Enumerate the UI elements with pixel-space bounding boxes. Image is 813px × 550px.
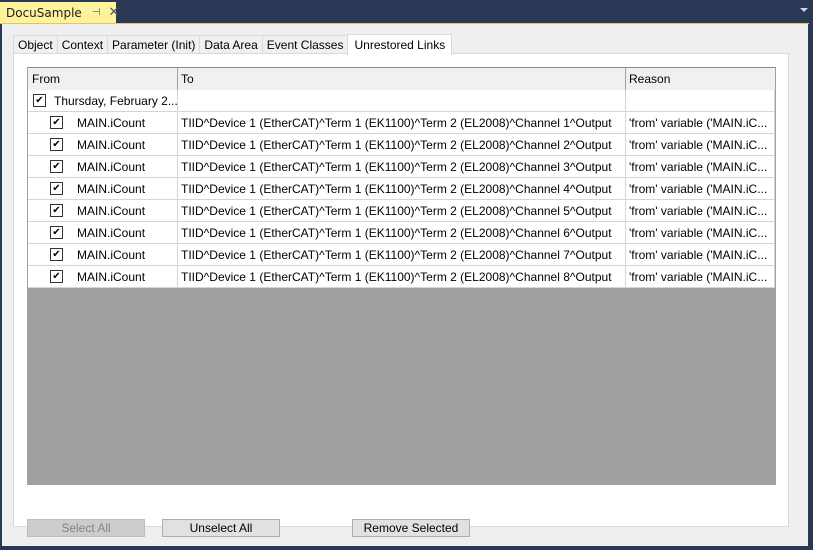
to-cell: TIID^Device 1 (EtherCAT)^Term 1 (EK1100)… bbox=[178, 266, 626, 288]
row-checkbox[interactable]: ✔ bbox=[33, 94, 46, 107]
reason-cell bbox=[626, 90, 775, 112]
row-checkbox[interactable]: ✔ bbox=[50, 116, 63, 129]
from-value: MAIN.iCount bbox=[77, 115, 146, 130]
column-header-reason[interactable]: Reason bbox=[626, 68, 775, 90]
to-cell: TIID^Device 1 (EtherCAT)^Term 1 (EK1100)… bbox=[178, 134, 626, 156]
document-window: Object Context Parameter (Init) Data Are… bbox=[2, 24, 808, 546]
unselect-all-button[interactable]: Unselect All bbox=[162, 519, 280, 537]
to-cell: TIID^Device 1 (EtherCAT)^Term 1 (EK1100)… bbox=[178, 200, 626, 222]
tab-event-classes[interactable]: Event Classes bbox=[261, 35, 349, 54]
row-checkbox[interactable]: ✔ bbox=[50, 182, 63, 195]
tab-context[interactable]: Context bbox=[56, 35, 109, 54]
tab-unrestored-links[interactable]: Unrestored Links bbox=[347, 34, 453, 55]
tab-strip: Object Context Parameter (Init) Data Are… bbox=[13, 34, 453, 55]
reason-cell: 'from' variable ('MAIN.iC... bbox=[626, 244, 775, 266]
from-value: MAIN.iCount bbox=[77, 159, 146, 174]
from-value: MAIN.iCount bbox=[77, 247, 146, 262]
row-checkbox[interactable]: ✔ bbox=[50, 270, 63, 283]
from-value: MAIN.iCount bbox=[77, 203, 146, 218]
reason-cell: 'from' variable ('MAIN.iC... bbox=[626, 112, 775, 134]
from-value: MAIN.iCount bbox=[77, 225, 146, 240]
table-row[interactable]: ✔ MAIN.iCount TIID^Device 1 (EtherCAT)^Ter… bbox=[28, 178, 775, 200]
table-row[interactable]: ✔ MAIN.iCount TIID^Device 1 (EtherCAT)^Ter… bbox=[28, 200, 775, 222]
close-icon[interactable]: ✕ bbox=[109, 5, 120, 20]
column-header-to[interactable]: To bbox=[178, 68, 626, 90]
from-cell: ✔ MAIN.iCount bbox=[28, 266, 178, 288]
pin-icon[interactable]: ⊣ bbox=[92, 7, 101, 18]
row-checkbox[interactable]: ✔ bbox=[50, 248, 63, 261]
document-tab[interactable]: DocuSample ⊣ ✕ bbox=[0, 2, 119, 23]
remove-selected-button[interactable]: Remove Selected bbox=[352, 519, 470, 537]
from-cell: ✔ Thursday, February 2... bbox=[28, 90, 178, 112]
from-cell: ✔ MAIN.iCount bbox=[28, 178, 178, 200]
to-cell: TIID^Device 1 (EtherCAT)^Term 1 (EK1100)… bbox=[178, 222, 626, 244]
from-cell: ✔ MAIN.iCount bbox=[28, 222, 178, 244]
table-row[interactable]: ✔ MAIN.iCount TIID^Device 1 (EtherCAT)^Ter… bbox=[28, 156, 775, 178]
select-all-button[interactable]: Select All bbox=[27, 519, 145, 537]
from-value: MAIN.iCount bbox=[77, 269, 146, 284]
table-row[interactable]: ✔ MAIN.iCount TIID^Device 1 (EtherCAT)^Ter… bbox=[28, 266, 775, 288]
row-checkbox[interactable]: ✔ bbox=[50, 138, 63, 151]
to-cell bbox=[178, 90, 626, 112]
table-row[interactable]: ✔ MAIN.iCount TIID^Device 1 (EtherCAT)^Ter… bbox=[28, 112, 775, 134]
reason-cell: 'from' variable ('MAIN.iC... bbox=[626, 178, 775, 200]
tab-object[interactable]: Object bbox=[13, 35, 58, 54]
tab-data-area[interactable]: Data Area bbox=[199, 35, 263, 54]
to-cell: TIID^Device 1 (EtherCAT)^Term 1 (EK1100)… bbox=[178, 156, 626, 178]
from-cell: ✔ MAIN.iCount bbox=[28, 200, 178, 222]
document-tab-title: DocuSample bbox=[6, 5, 82, 20]
group-row[interactable]: ✔ Thursday, February 2... bbox=[28, 90, 775, 112]
group-label: Thursday, February 2... bbox=[54, 93, 178, 108]
from-cell: ✔ MAIN.iCount bbox=[28, 244, 178, 266]
row-checkbox[interactable]: ✔ bbox=[50, 204, 63, 217]
from-value: MAIN.iCount bbox=[77, 137, 146, 152]
reason-cell: 'from' variable ('MAIN.iC... bbox=[626, 200, 775, 222]
tab-parameter-init[interactable]: Parameter (Init) bbox=[107, 35, 201, 54]
from-cell: ✔ MAIN.iCount bbox=[28, 112, 178, 134]
from-cell: ✔ MAIN.iCount bbox=[28, 134, 178, 156]
reason-cell: 'from' variable ('MAIN.iC... bbox=[626, 222, 775, 244]
tab-list-dropdown-icon[interactable] bbox=[800, 8, 808, 12]
column-header-from[interactable]: From bbox=[28, 68, 178, 90]
unrestored-links-panel: From To Reason ✔ Thursday, February 2...… bbox=[13, 53, 789, 537]
reason-cell: 'from' variable ('MAIN.iC... bbox=[626, 156, 775, 178]
to-cell: TIID^Device 1 (EtherCAT)^Term 1 (EK1100)… bbox=[178, 112, 626, 134]
grid-header: From To Reason bbox=[28, 68, 775, 90]
table-row[interactable]: ✔ MAIN.iCount TIID^Device 1 (EtherCAT)^Ter… bbox=[28, 134, 775, 156]
to-cell: TIID^Device 1 (EtherCAT)^Term 1 (EK1100)… bbox=[178, 178, 626, 200]
reason-cell: 'from' variable ('MAIN.iC... bbox=[626, 266, 775, 288]
row-checkbox[interactable]: ✔ bbox=[50, 226, 63, 239]
row-checkbox[interactable]: ✔ bbox=[50, 160, 63, 173]
table-row[interactable]: ✔ MAIN.iCount TIID^Device 1 (EtherCAT)^Ter… bbox=[28, 222, 775, 244]
from-cell: ✔ MAIN.iCount bbox=[28, 156, 178, 178]
reason-cell: 'from' variable ('MAIN.iC... bbox=[626, 134, 775, 156]
from-value: MAIN.iCount bbox=[77, 181, 146, 196]
table-row[interactable]: ✔ MAIN.iCount TIID^Device 1 (EtherCAT)^Ter… bbox=[28, 244, 775, 266]
to-cell: TIID^Device 1 (EtherCAT)^Term 1 (EK1100)… bbox=[178, 244, 626, 266]
links-grid: From To Reason ✔ Thursday, February 2...… bbox=[27, 67, 776, 485]
